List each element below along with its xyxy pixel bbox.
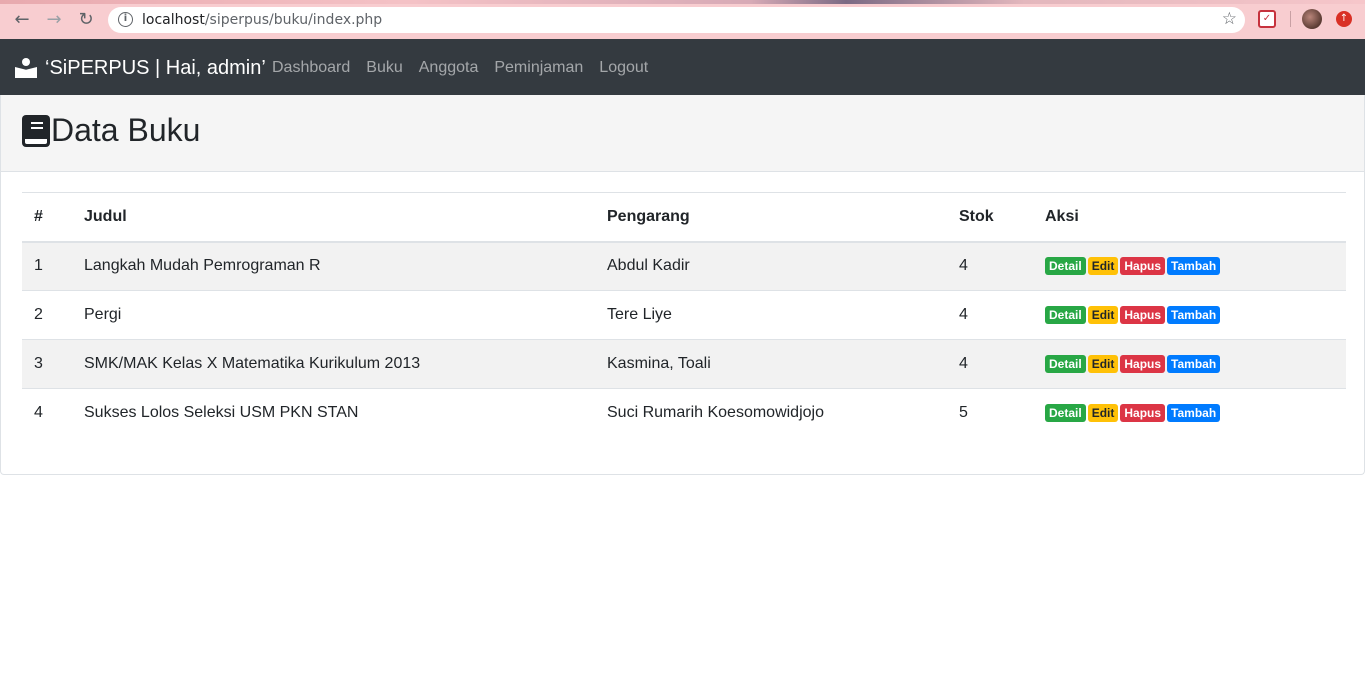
- cell-judul: Langkah Mudah Pemrograman R: [72, 241, 595, 291]
- cell-stok: 5: [947, 388, 1033, 438]
- edit-button[interactable]: Edit: [1087, 404, 1119, 423]
- url-host: localhost: [142, 12, 205, 28]
- pocket-extension-icon[interactable]: ✓: [1258, 10, 1276, 28]
- browser-toolbar: ← → ↻ i localhost/siperpus/buku/index.ph…: [0, 0, 1365, 39]
- profile-avatar[interactable]: [1302, 9, 1322, 29]
- navbar-brand[interactable]: ‘SiPERPUS | Hai, admin’: [15, 56, 266, 80]
- cell-pengarang: Tere Liye: [595, 290, 947, 340]
- cell-no: 2: [22, 290, 72, 340]
- nav-link-anggota[interactable]: Anggota: [419, 59, 479, 77]
- bookmark-star-icon[interactable]: ☆: [1222, 9, 1237, 29]
- update-icon[interactable]: ↑: [1336, 11, 1352, 27]
- table-row: 3 SMK/MAK Kelas X Matematika Kurikulum 2…: [22, 339, 1346, 389]
- toolbar-divider: [1290, 11, 1291, 27]
- cell-aksi: Detail Edit Hapus Tambah: [1033, 339, 1346, 389]
- hapus-button[interactable]: Hapus: [1120, 257, 1166, 276]
- book-icon: [22, 114, 50, 147]
- cell-stok: 4: [947, 241, 1033, 291]
- nav-link-dashboard[interactable]: Dashboard: [272, 59, 350, 77]
- detail-button[interactable]: Detail: [1045, 306, 1086, 324]
- books-table: # Judul Pengarang Stok Aksi 1 Langkah Mu…: [22, 192, 1346, 438]
- nav-link-logout[interactable]: Logout: [599, 59, 648, 77]
- cell-judul: SMK/MAK Kelas X Matematika Kurikulum 201…: [72, 339, 595, 389]
- cell-judul: Sukses Lolos Seleksi USM PKN STAN: [72, 388, 595, 438]
- nav-link-peminjaman[interactable]: Peminjaman: [494, 59, 583, 77]
- cell-aksi: Detail Edit Hapus Tambah: [1033, 388, 1346, 438]
- nav-links: Dashboard Buku Anggota Peminjaman Logout: [272, 59, 664, 77]
- tambah-button[interactable]: Tambah: [1167, 355, 1221, 373]
- edit-button[interactable]: Edit: [1087, 306, 1119, 324]
- detail-button[interactable]: Detail: [1045, 257, 1086, 276]
- edit-button[interactable]: Edit: [1087, 355, 1119, 373]
- reload-icon[interactable]: ↻: [75, 9, 97, 31]
- cell-pengarang: Suci Rumarih Koesomowidjojo: [595, 388, 947, 438]
- hapus-button[interactable]: Hapus: [1120, 306, 1166, 324]
- cell-aksi: Detail Edit Hapus Tambah: [1033, 241, 1346, 291]
- cell-pengarang: Abdul Kadir: [595, 241, 947, 291]
- url-path: /siperpus/buku/index.php: [204, 12, 383, 28]
- header-judul: Judul: [72, 192, 595, 243]
- edit-button[interactable]: Edit: [1087, 257, 1119, 276]
- detail-button[interactable]: Detail: [1045, 355, 1086, 373]
- table-header-row: # Judul Pengarang Stok Aksi: [22, 192, 1346, 243]
- address-url[interactable]: localhost/siperpus/buku/index.php: [142, 12, 382, 28]
- table-row: 1 Langkah Mudah Pemrograman R Abdul Kadi…: [22, 241, 1346, 291]
- cell-no: 4: [22, 388, 72, 438]
- back-icon[interactable]: ←: [11, 9, 33, 31]
- table-row: 4 Sukses Lolos Seleksi USM PKN STAN Suci…: [22, 388, 1346, 438]
- header-pengarang: Pengarang: [595, 192, 947, 243]
- cell-stok: 4: [947, 339, 1033, 389]
- page-title-text: Data Buku: [51, 112, 201, 148]
- cell-pengarang: Kasmina, Toali: [595, 339, 947, 389]
- brand-text: ‘SiPERPUS | Hai, admin’: [45, 56, 266, 79]
- table-row: 2 Pergi Tere Liye 4 Detail Edit Hapus Tamba…: [22, 290, 1346, 340]
- tambah-button[interactable]: Tambah: [1167, 257, 1221, 276]
- cell-no: 3: [22, 339, 72, 389]
- cell-no: 1: [22, 241, 72, 291]
- detail-button[interactable]: Detail: [1045, 404, 1086, 423]
- tambah-button[interactable]: Tambah: [1167, 404, 1221, 423]
- site-info-icon[interactable]: i: [118, 12, 133, 27]
- address-bar[interactable]: i localhost/siperpus/buku/index.php ☆: [108, 7, 1245, 33]
- nav-link-buku[interactable]: Buku: [366, 59, 402, 77]
- header-no: #: [22, 192, 72, 243]
- navbar: ‘SiPERPUS | Hai, admin’ Dashboard Buku A…: [0, 39, 1365, 95]
- hapus-button[interactable]: Hapus: [1120, 355, 1166, 373]
- page-title: Data Buku: [22, 112, 200, 149]
- forward-icon[interactable]: →: [43, 9, 65, 31]
- hapus-button[interactable]: Hapus: [1120, 404, 1166, 423]
- cell-judul: Pergi: [72, 290, 595, 340]
- page-header: Data Buku: [0, 95, 1365, 172]
- table-card: # Judul Pengarang Stok Aksi 1 Langkah Mu…: [0, 171, 1365, 475]
- header-aksi: Aksi: [1033, 192, 1346, 243]
- tab-strip: [0, 0, 1365, 4]
- header-stok: Stok: [947, 192, 1033, 243]
- cell-aksi: Detail Edit Hapus Tambah: [1033, 290, 1346, 340]
- cell-stok: 4: [947, 290, 1033, 340]
- reader-icon: [15, 58, 37, 78]
- tambah-button[interactable]: Tambah: [1167, 306, 1221, 324]
